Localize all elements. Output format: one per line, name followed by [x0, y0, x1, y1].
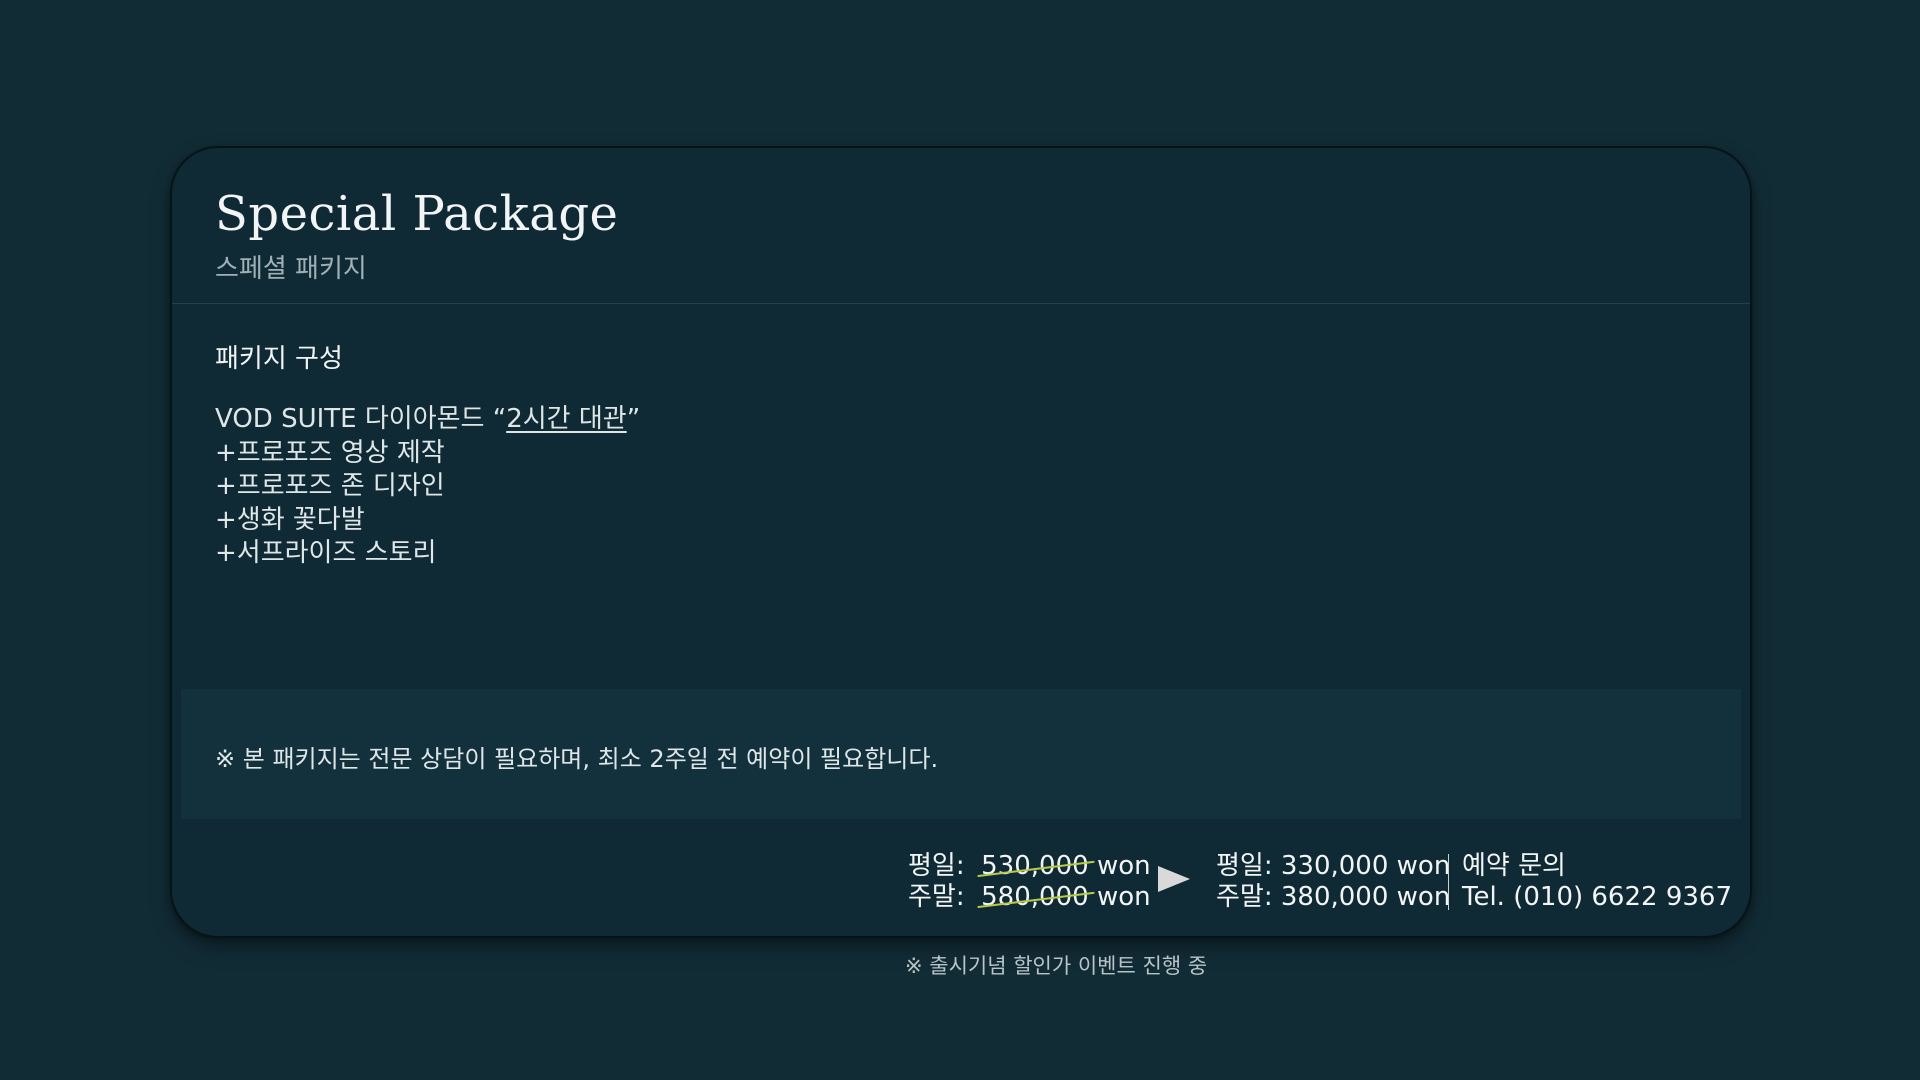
package-card: Special Package 스페셜 패키지 패키지 구성 VOD SUITE… — [170, 146, 1752, 938]
new-price-label: 평일: — [1216, 851, 1273, 881]
old-price-label: 평일: — [908, 851, 965, 881]
contact-phone[interactable]: Tel. (010) 6622 9367 — [1462, 882, 1732, 913]
suite-duration: 2시간 대관 — [506, 404, 627, 434]
list-item: +생화 꽃다발 — [215, 504, 365, 535]
list-item: +프로포즈 영상 제작 — [215, 437, 445, 468]
old-price-weekend: 주말: 580,000 won — [908, 882, 1151, 913]
new-price-value: 330,000 won — [1280, 851, 1451, 881]
list-item-suite: VOD SUITE 다이아몬드 “2시간 대관” — [215, 403, 640, 437]
contact-block: 예약 문의 Tel. (010) 6622 9367 — [1462, 851, 1732, 913]
old-price-value: 580,000 — [981, 882, 1089, 912]
old-price-unit: won — [1096, 851, 1151, 881]
divider — [1448, 854, 1449, 910]
new-price-label: 주말: — [1216, 882, 1273, 912]
promo-footnote: ※ 출시기념 할인가 이벤트 진행 중 — [905, 954, 1208, 978]
notice-band: ※ 본 패키지는 전문 상담이 필요하며, 최소 2주일 전 예약이 필요합니다… — [181, 689, 1741, 819]
old-price-unit: won — [1096, 882, 1151, 912]
contact-title: 예약 문의 — [1462, 851, 1566, 881]
old-price-weekday: 평일: 530,000 won — [908, 851, 1151, 882]
play-arrow-icon — [1158, 866, 1190, 892]
new-prices: 평일: 330,000 won 주말: 380,000 won — [1216, 851, 1450, 913]
list-item: +서프라이즈 스토리 — [215, 538, 437, 568]
suite-suffix: ” — [626, 404, 641, 434]
page-subtitle: 스페셜 패키지 — [215, 254, 367, 284]
card-header: Special Package 스페셜 패키지 — [172, 148, 1750, 304]
old-price-value: 530,000 — [981, 851, 1089, 881]
list-item: +프로포즈 존 디자인 — [215, 471, 445, 501]
new-price-weekend: 주말: 380,000 won — [1216, 882, 1450, 913]
composition-list: VOD SUITE 다이아몬드 “2시간 대관” +프로포즈 영상 제작 +프로… — [215, 403, 640, 571]
new-price-value: 380,000 won — [1280, 882, 1451, 912]
old-prices: 평일: 530,000 won 주말: 580,000 won — [908, 851, 1151, 913]
page-title: Special Package — [215, 186, 619, 242]
old-price-label: 주말: — [908, 882, 965, 912]
new-price-weekday: 평일: 330,000 won — [1216, 851, 1450, 882]
composition-title: 패키지 구성 — [215, 344, 343, 374]
suite-prefix: VOD SUITE 다이아몬드 “ — [215, 404, 507, 434]
notice-text: ※ 본 패키지는 전문 상담이 필요하며, 최소 2주일 전 예약이 필요합니다… — [215, 745, 939, 773]
